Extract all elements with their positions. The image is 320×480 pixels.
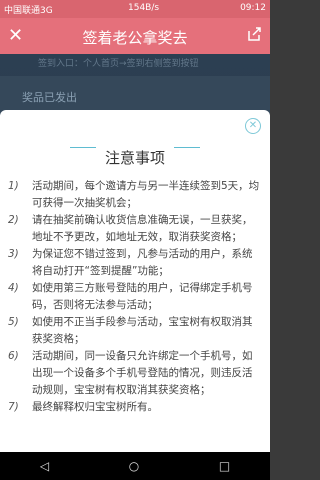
clock: 09:12 bbox=[240, 3, 266, 13]
status-bar: 中国联通3G 154B/s 09:12 bbox=[0, 0, 270, 18]
rules-list: 1) 活动期间，每个邀请方与另一半连续签到5天，均可获得一次抽奖机会； 2) 请在抽奖… bbox=[8, 178, 262, 416]
close-circle-icon[interactable]: ✕ bbox=[245, 118, 261, 134]
rule-item: 5) 如使用不正当手段参与活动，宝宝树有权取消其获奖资格； bbox=[8, 314, 262, 348]
rule-text: 活动期间，同一设备只允许绑定一个手机号，如出现一个设备多个手机号登陆的情况，则违… bbox=[32, 350, 253, 396]
share-icon[interactable] bbox=[246, 26, 262, 42]
modal-title: 注意事项 bbox=[104, 149, 165, 167]
rule-text: 最终解释权归宝宝树所有。 bbox=[32, 401, 158, 413]
rule-number: 5) bbox=[8, 316, 19, 328]
rule-number: 7) bbox=[8, 401, 19, 413]
network-speed: 154B/s bbox=[128, 3, 160, 13]
page-title: 签着老公拿奖去 bbox=[82, 29, 188, 47]
carrier-label: 中国联通3G bbox=[4, 6, 53, 16]
rule-number: 1) bbox=[8, 180, 19, 192]
rule-number: 4) bbox=[8, 282, 19, 294]
rule-text: 活动期间，每个邀请方与另一半连续签到5天，均可获得一次抽奖机会； bbox=[32, 180, 260, 209]
rule-text: 请在抽奖前确认收货信息准确无误，一旦获奖，地址不予更改，如地址无效，取消获奖资格… bbox=[32, 214, 253, 243]
rule-number: 2) bbox=[8, 214, 19, 226]
back-icon[interactable]: ◁ bbox=[40, 459, 49, 473]
rule-item: 2) 请在抽奖前确认收货信息准确无误，一旦获奖，地址不予更改，如地址无效，取消获奖… bbox=[8, 212, 262, 246]
recent-apps-icon[interactable]: □ bbox=[219, 459, 230, 473]
title-bar: ✕ 签着老公拿奖去 bbox=[0, 18, 270, 54]
prize-status-label: 奖品已发出 bbox=[22, 91, 77, 104]
rule-text: 为保证您不错过签到，凡参与活动的用户，系统将自动打开“签到提醒”功能； bbox=[32, 248, 253, 277]
rule-item: 3) 为保证您不错过签到，凡参与活动的用户，系统将自动打开“签到提醒”功能； bbox=[8, 246, 262, 280]
heading-decoration-right bbox=[174, 147, 200, 151]
rule-number: 3) bbox=[8, 248, 19, 260]
navigation-bar: ◁ ○ □ bbox=[0, 452, 270, 480]
notice-modal: ✕ 注意事项 1) 活动期间，每个邀请方与另一半连续签到5天，均可获得一次抽奖机会… bbox=[0, 110, 270, 452]
rule-number: 6) bbox=[8, 350, 19, 362]
signin-hint: 签到入口：个人首页→签到右侧签到按钮 bbox=[38, 59, 199, 69]
home-icon[interactable]: ○ bbox=[129, 459, 139, 473]
rule-text: 如使用不正当手段参与活动，宝宝树有权取消其获奖资格； bbox=[32, 316, 253, 345]
rule-item: 6) 活动期间，同一设备只允许绑定一个手机号，如出现一个设备多个手机号登陆的情况，… bbox=[8, 348, 262, 399]
rule-item: 1) 活动期间，每个邀请方与另一半连续签到5天，均可获得一次抽奖机会； bbox=[8, 178, 262, 212]
rule-item: 7) 最终解释权归宝宝树所有。 bbox=[8, 399, 262, 416]
rule-text: 如使用第三方账号登陆的用户，记得绑定手机号码，否则将无法参与活动； bbox=[32, 282, 253, 311]
rule-item: 4) 如使用第三方账号登陆的用户，记得绑定手机号码，否则将无法参与活动； bbox=[8, 280, 262, 314]
